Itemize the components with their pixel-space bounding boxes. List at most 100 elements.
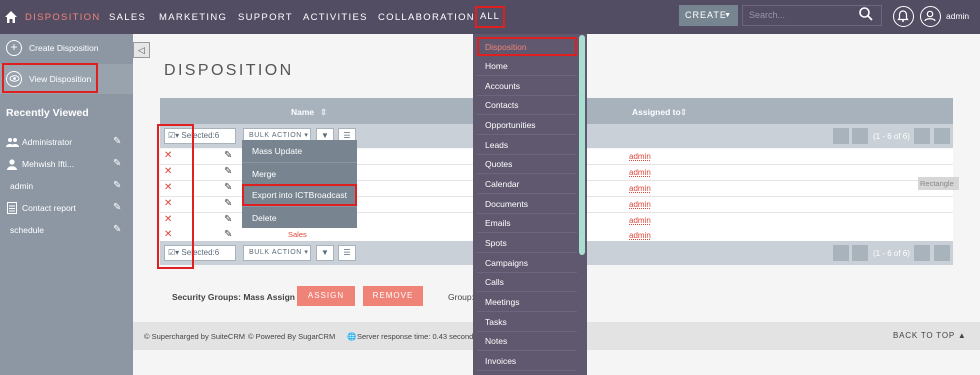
pencil-icon[interactable]: ✎ [113, 154, 121, 174]
first-page-button[interactable] [833, 245, 849, 261]
pencil-icon[interactable]: ✎ [224, 214, 232, 225]
sort-icon[interactable]: ⇕ [680, 107, 687, 118]
home-icon[interactable] [4, 10, 18, 24]
columns-icon[interactable]: ☰ [338, 245, 356, 261]
pencil-icon[interactable]: ✎ [113, 198, 121, 218]
pencil-icon[interactable]: ✎ [224, 198, 232, 209]
sort-icon[interactable]: ⇕ [320, 107, 327, 118]
globe-icon: 🌐 [347, 332, 357, 341]
pencil-icon[interactable]: ✎ [224, 229, 232, 240]
assigned-user[interactable]: admin [629, 152, 651, 161]
pagination-info: (1 - 6 of 6) [873, 249, 910, 258]
nav-all-button[interactable]: ALL [475, 6, 505, 28]
column-header-assigned[interactable]: Assigned to [632, 107, 681, 117]
nav-sales[interactable]: SALES [109, 12, 146, 23]
next-page-button[interactable] [914, 128, 930, 144]
menu-item-campaigns[interactable]: Campaigns [477, 254, 577, 273]
menu-item-meetings[interactable]: Meetings [477, 293, 577, 312]
menu-item-notes[interactable]: Notes [477, 332, 577, 351]
suitecrm-credit[interactable]: © Supercharged by SuiteCRM [144, 332, 245, 341]
pencil-icon[interactable]: ✎ [224, 150, 232, 161]
row-name[interactable]: Sales [288, 230, 307, 239]
pencil-icon[interactable]: ✎ [113, 176, 121, 196]
menu-item-documents[interactable]: Documents [477, 195, 577, 214]
last-page-button[interactable] [934, 245, 950, 261]
bulk-action-label: BULK ACTION [249, 132, 302, 139]
bulk-action-label: BULK ACTION [249, 249, 302, 256]
menu-item-delete[interactable]: Delete [242, 206, 357, 228]
menu-item-leads[interactable]: Leads [477, 136, 577, 155]
recent-item[interactable]: Administrator ✎ [0, 132, 133, 152]
nav-disposition[interactable]: DISPOSITION [25, 12, 101, 23]
menu-item-accounts[interactable]: Accounts [477, 77, 577, 96]
caret-down-icon: ▼ [724, 12, 732, 19]
nav-marketing[interactable]: MARKETING [159, 12, 227, 23]
nav-collaboration[interactable]: COLLABORATION [378, 12, 475, 23]
column-header-name[interactable]: Name [291, 107, 314, 117]
report-icon [7, 202, 17, 214]
server-response-time: Server response time: 0.43 seconds. [357, 332, 473, 341]
all-modules-menu: Disposition Home Accounts Contacts Oppor… [473, 34, 587, 375]
assign-button[interactable]: ASSIGN [297, 286, 355, 306]
recent-item[interactable]: Contact report ✎ [0, 198, 133, 218]
recent-item[interactable]: schedule ✎ [0, 220, 133, 240]
nav-activities[interactable]: ACTIVITIES [303, 12, 368, 23]
recent-item-label: admin [10, 181, 34, 191]
menu-item-calendar[interactable]: Calendar [477, 175, 577, 194]
assigned-user[interactable]: admin [629, 231, 651, 240]
pagination-info: (1 - 6 of 6) [873, 132, 910, 141]
filter-icon[interactable]: ▼ [316, 245, 334, 261]
first-page-button[interactable] [833, 128, 849, 144]
page-title: DISPOSITION [164, 62, 294, 79]
menu-item-invoices[interactable]: Invoices [477, 352, 577, 371]
recent-item-label: Contact report [22, 203, 76, 213]
user-avatar-icon[interactable] [920, 6, 941, 27]
bulk-action-menu: Mass Update Merge Export into ICTBroadca… [242, 140, 357, 228]
back-to-top-label: BACK TO TOP [893, 331, 955, 340]
menu-item-contacts[interactable]: Contacts [477, 96, 577, 115]
menu-item-export-ictbroadcast[interactable]: Export into ICTBroadcast [242, 184, 357, 206]
menu-item-tasks[interactable]: Tasks [477, 313, 577, 332]
notification-bell-icon[interactable] [893, 6, 914, 27]
recent-item-label: Administrator [22, 137, 73, 147]
user-name[interactable]: admin [946, 11, 969, 21]
collapse-sidebar-icon[interactable]: ◁ [133, 42, 150, 58]
pencil-icon[interactable]: ✎ [113, 220, 121, 240]
security-groups-label: Security Groups: Mass Assign [172, 292, 295, 302]
menu-item-mass-update[interactable]: Mass Update [242, 140, 357, 162]
assigned-user[interactable]: admin [629, 184, 651, 193]
create-button[interactable]: CREATE ▼ [679, 5, 738, 26]
recent-item[interactable]: Mehwish Ifti... ✎ [0, 154, 133, 174]
last-page-button[interactable] [934, 128, 950, 144]
pencil-icon[interactable]: ✎ [224, 166, 232, 177]
bulk-action-button[interactable]: BULK ACTION ▾ [243, 245, 311, 261]
menu-item-home[interactable]: Home [477, 57, 577, 76]
recent-item-label: schedule [10, 225, 45, 235]
menu-scrollbar[interactable] [579, 35, 585, 255]
prev-page-button[interactable] [852, 128, 868, 144]
menu-item-emails[interactable]: Emails [477, 214, 577, 233]
menu-item-merge[interactable]: Merge [242, 162, 357, 184]
search-icon[interactable] [858, 6, 874, 22]
highlight-box-view [2, 63, 98, 93]
menu-item-spots[interactable]: Spots [477, 234, 577, 253]
menu-item-quotes[interactable]: Quotes [477, 155, 577, 174]
create-disposition-link[interactable]: + Create Disposition [0, 34, 133, 62]
menu-item-opportunities[interactable]: Opportunities [477, 116, 577, 135]
pencil-icon[interactable]: ✎ [113, 132, 121, 152]
recently-viewed-heading: Recently Viewed [6, 107, 89, 119]
sugarcrm-credit[interactable]: © Powered By SugarCRM [248, 332, 335, 341]
recent-item-label: Mehwish Ifti... [22, 159, 74, 169]
menu-item-calls[interactable]: Calls [477, 273, 577, 292]
assigned-user[interactable]: admin [629, 216, 651, 225]
recent-item[interactable]: admin ✎ [0, 176, 133, 196]
assigned-user[interactable]: admin [629, 168, 651, 177]
next-page-button[interactable] [914, 245, 930, 261]
pencil-icon[interactable]: ✎ [224, 182, 232, 193]
remove-button[interactable]: REMOVE [363, 286, 423, 306]
assigned-user[interactable]: admin [629, 200, 651, 209]
back-to-top-link[interactable]: BACK TO TOP ▲ [893, 331, 967, 340]
prev-page-button[interactable] [852, 245, 868, 261]
nav-support[interactable]: SUPPORT [238, 12, 293, 23]
menu-item-disposition[interactable]: Disposition [477, 37, 577, 56]
